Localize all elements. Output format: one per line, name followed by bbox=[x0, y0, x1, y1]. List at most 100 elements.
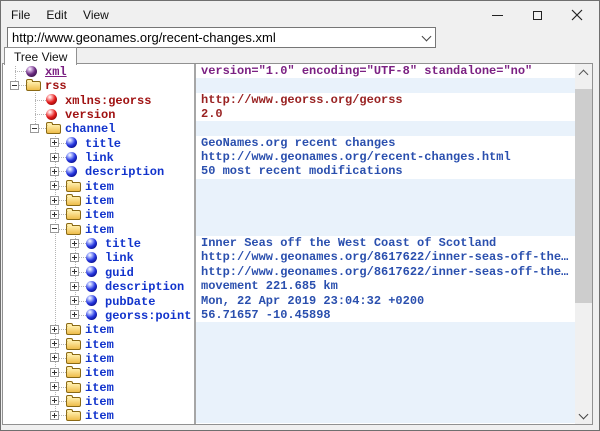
app-window: File Edit View Tree View xmlrssxmlns:geo… bbox=[0, 0, 600, 431]
ball-blue-icon bbox=[86, 295, 97, 306]
url-dropdown-button[interactable] bbox=[417, 28, 435, 47]
expand-plus-icon[interactable] bbox=[50, 353, 59, 362]
value-row[interactable] bbox=[196, 78, 575, 92]
tree-node-title[interactable]: title bbox=[3, 136, 194, 150]
value-row[interactable] bbox=[196, 193, 575, 207]
ball-red-icon bbox=[46, 94, 57, 105]
expand-plus-icon[interactable] bbox=[50, 181, 59, 190]
value-row[interactable]: http://www.geonames.org/8617622/inner-se… bbox=[196, 265, 575, 279]
url-combobox bbox=[7, 27, 436, 48]
scrollbar-thumb[interactable] bbox=[575, 89, 592, 303]
tree-node-description[interactable]: description bbox=[3, 164, 194, 178]
tree-node-item[interactable]: item bbox=[3, 380, 194, 394]
tree-node-georss:point[interactable]: georss:point bbox=[3, 308, 194, 322]
tree-node-label: item bbox=[85, 409, 114, 423]
expand-plus-icon[interactable] bbox=[50, 210, 59, 219]
tree-node-item[interactable]: item bbox=[3, 365, 194, 379]
value-row[interactable] bbox=[196, 351, 575, 365]
tree-node-title[interactable]: title bbox=[3, 236, 194, 250]
expand-plus-icon[interactable] bbox=[50, 196, 59, 205]
collapse-minus-icon[interactable] bbox=[50, 224, 59, 233]
scroll-up-button[interactable] bbox=[575, 64, 592, 81]
url-input[interactable] bbox=[8, 30, 417, 45]
tree-node-item[interactable]: item bbox=[3, 322, 194, 336]
tree-node-item[interactable]: item bbox=[3, 394, 194, 408]
expand-plus-icon[interactable] bbox=[70, 267, 79, 276]
menu-file[interactable]: File bbox=[3, 5, 38, 25]
tab-tree-view[interactable]: Tree View bbox=[4, 47, 77, 65]
value-row[interactable]: http://www.georss.org/georss bbox=[196, 93, 575, 107]
window-controls bbox=[477, 1, 597, 29]
scrollbar-track[interactable] bbox=[575, 81, 592, 407]
value-row[interactable] bbox=[196, 121, 575, 135]
expand-plus-icon[interactable] bbox=[50, 382, 59, 391]
value-row[interactable] bbox=[196, 322, 575, 336]
tree-node-xml[interactable]: xml bbox=[3, 64, 194, 78]
tree-node-channel[interactable]: channel bbox=[3, 121, 194, 135]
value-row[interactable]: 56.71657 -10.45898 bbox=[196, 308, 575, 322]
tree-node-link[interactable]: link bbox=[3, 250, 194, 264]
value-row[interactable]: 50 most recent modifications bbox=[196, 164, 575, 178]
minimize-button[interactable] bbox=[477, 1, 517, 29]
ball-blue-icon bbox=[86, 252, 97, 263]
tree-node-label: link bbox=[105, 251, 134, 265]
tree-node-pubDate[interactable]: pubDate bbox=[3, 294, 194, 308]
value-row[interactable]: movement 221.685 km bbox=[196, 279, 575, 293]
value-row[interactable] bbox=[196, 222, 575, 236]
collapse-minus-icon[interactable] bbox=[30, 124, 39, 133]
value-row[interactable] bbox=[196, 365, 575, 379]
collapse-minus-icon[interactable] bbox=[10, 81, 19, 90]
tree-node-version[interactable]: version bbox=[3, 107, 194, 121]
value-row[interactable] bbox=[196, 207, 575, 221]
tree-node-item[interactable]: item bbox=[3, 408, 194, 422]
expand-plus-icon[interactable] bbox=[50, 153, 59, 162]
value-row[interactable] bbox=[196, 179, 575, 193]
tree-node-label: item bbox=[85, 180, 114, 194]
tree-node-description[interactable]: description bbox=[3, 279, 194, 293]
vertical-scrollbar[interactable] bbox=[575, 64, 592, 424]
value-row[interactable] bbox=[196, 408, 575, 422]
tree-node-label: item bbox=[85, 194, 114, 208]
value-row[interactable]: http://www.geonames.org/recent-changes.h… bbox=[196, 150, 575, 164]
expand-plus-icon[interactable] bbox=[50, 396, 59, 405]
expand-plus-icon[interactable] bbox=[70, 253, 79, 262]
tree-node-item[interactable]: item bbox=[3, 193, 194, 207]
expand-plus-icon[interactable] bbox=[50, 339, 59, 348]
expand-plus-icon[interactable] bbox=[50, 138, 59, 147]
close-button[interactable] bbox=[557, 1, 597, 29]
expand-plus-icon[interactable] bbox=[50, 167, 59, 176]
value-row[interactable]: Mon, 22 Apr 2019 23:04:32 +0200 bbox=[196, 294, 575, 308]
expand-plus-icon[interactable] bbox=[50, 325, 59, 334]
value-row[interactable]: GeoNames.org recent changes bbox=[196, 136, 575, 150]
expand-plus-icon[interactable] bbox=[70, 310, 79, 319]
expand-plus-icon[interactable] bbox=[50, 411, 59, 420]
scroll-down-button[interactable] bbox=[575, 407, 592, 424]
menu-view[interactable]: View bbox=[75, 5, 117, 25]
expand-plus-icon[interactable] bbox=[50, 368, 59, 377]
tree-node-item[interactable]: item bbox=[3, 207, 194, 221]
tree-node-item[interactable]: item bbox=[3, 351, 194, 365]
value-row[interactable]: Inner Seas off the West Coast of Scotlan… bbox=[196, 236, 575, 250]
expand-plus-icon[interactable] bbox=[70, 296, 79, 305]
value-row[interactable]: 2.0 bbox=[196, 107, 575, 121]
main-split-view: xmlrssxmlns:georssversionchanneltitlelin… bbox=[2, 63, 593, 425]
tree-node-xmlns:georss[interactable]: xmlns:georss bbox=[3, 93, 194, 107]
tree-node-guid[interactable]: guid bbox=[3, 265, 194, 279]
value-row[interactable]: http://www.geonames.org/8617622/inner-se… bbox=[196, 250, 575, 264]
tree-node-rss[interactable]: rss bbox=[3, 78, 194, 92]
value-row[interactable] bbox=[196, 337, 575, 351]
expand-plus-icon[interactable] bbox=[70, 239, 79, 248]
tree-node-item[interactable]: item bbox=[3, 222, 194, 236]
menu-edit[interactable]: Edit bbox=[38, 5, 75, 25]
tree-node-item[interactable]: item bbox=[3, 337, 194, 351]
maximize-button[interactable] bbox=[517, 1, 557, 29]
tree-node-item[interactable]: item bbox=[3, 179, 194, 193]
tree-node-label: rss bbox=[45, 79, 67, 93]
ball-red-icon bbox=[46, 109, 57, 120]
expand-plus-icon[interactable] bbox=[70, 282, 79, 291]
tree-node-label: link bbox=[85, 151, 114, 165]
value-row[interactable] bbox=[196, 380, 575, 394]
tree-node-link[interactable]: link bbox=[3, 150, 194, 164]
value-row[interactable]: version="1.0" encoding="UTF-8" standalon… bbox=[196, 64, 575, 78]
value-row[interactable] bbox=[196, 394, 575, 408]
